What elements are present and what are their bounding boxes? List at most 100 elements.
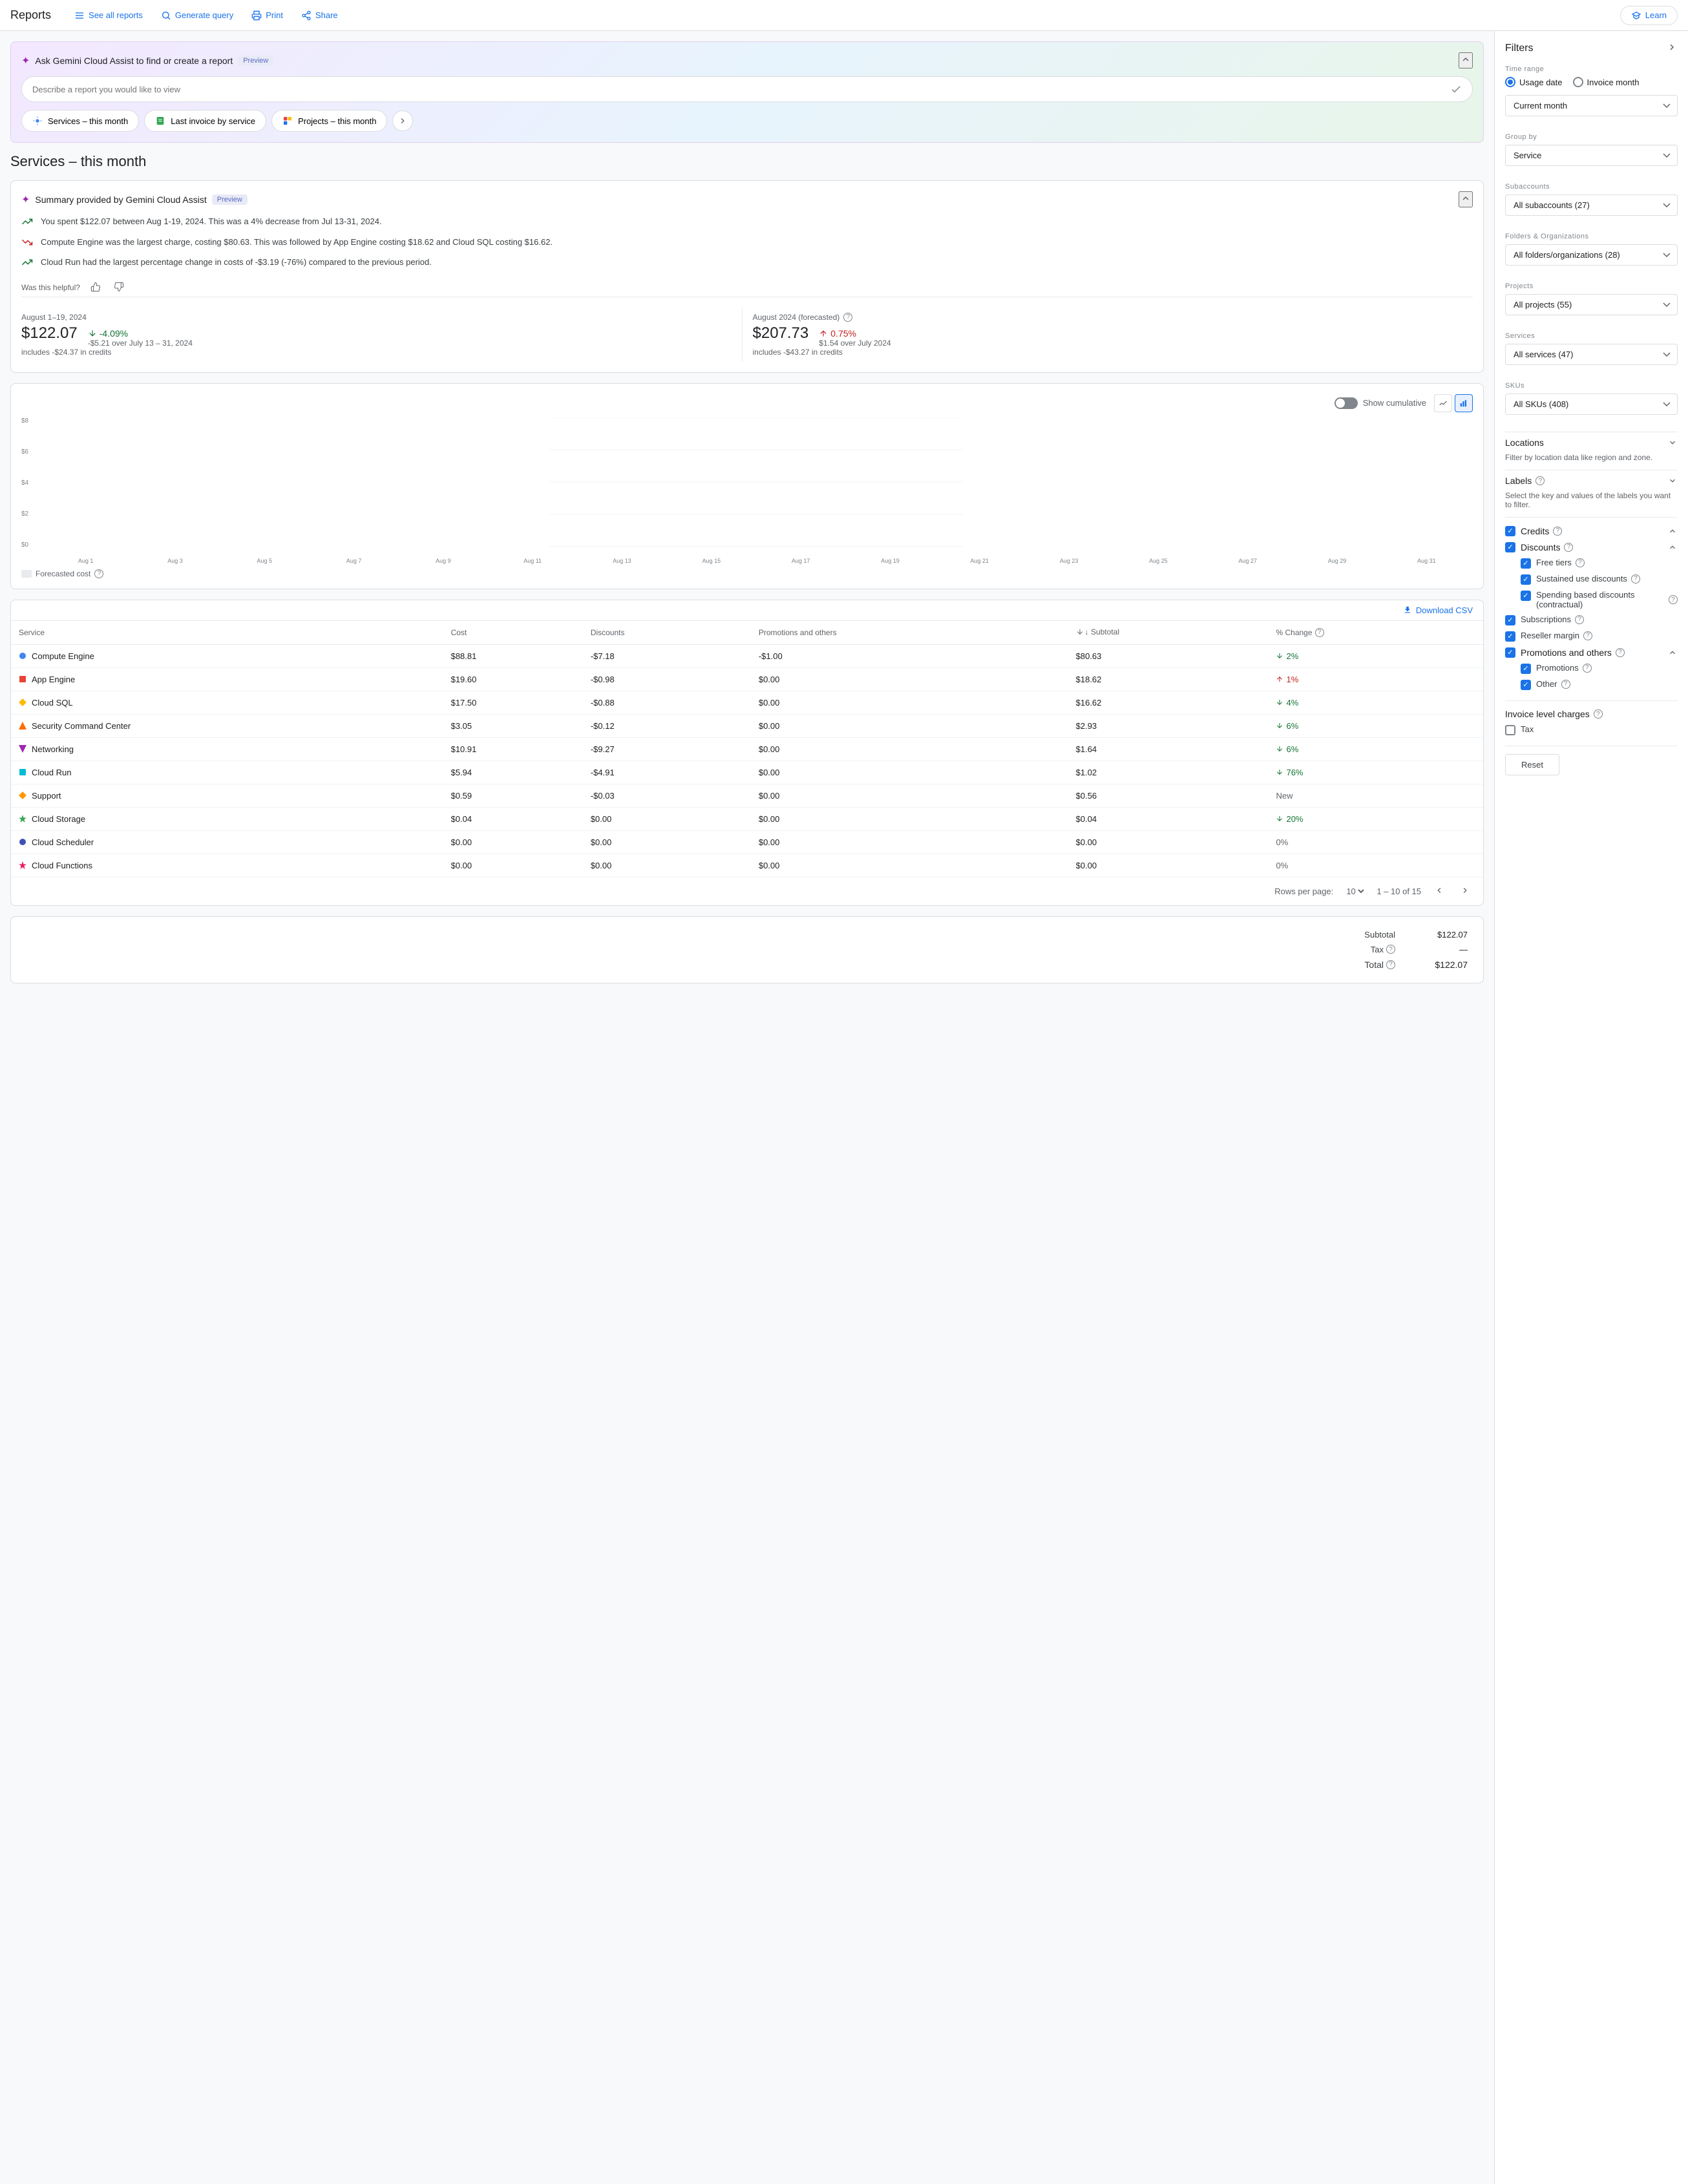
bar-chart-icon — [1459, 399, 1468, 408]
labels-collapsible[interactable]: Labels ? — [1505, 470, 1678, 491]
time-range-section: Time range Usage date Invoice month Curr… — [1505, 65, 1678, 123]
y-label-0: $0 — [21, 541, 38, 549]
bar-chart-button[interactable] — [1455, 394, 1473, 412]
group-by-select[interactable]: Service — [1505, 145, 1678, 166]
summary-collapse-button[interactable] — [1459, 191, 1473, 207]
quick-report-last-invoice[interactable]: Last invoice by service — [144, 110, 266, 132]
services-select[interactable]: All services (47) — [1505, 344, 1678, 365]
generate-query-button[interactable]: Generate query — [153, 6, 241, 25]
download-csv-button[interactable]: Download CSV — [1403, 605, 1473, 615]
skus-select[interactable]: All SKUs (408) — [1505, 394, 1678, 415]
quick-reports-next[interactable] — [392, 110, 413, 131]
stat-current-period: August 1–19, 2024 — [21, 313, 732, 322]
credits-checkbox[interactable] — [1505, 526, 1515, 536]
subscriptions-checkbox[interactable] — [1505, 615, 1515, 625]
table-row: Cloud Storage $0.04 $0.00 $0.00 $0.04 20… — [11, 807, 1483, 830]
cost-cell: $5.94 — [443, 761, 583, 784]
quick-report-services[interactable]: Services – this month — [21, 110, 139, 132]
locations-collapsible[interactable]: Locations — [1505, 432, 1678, 453]
folders-select[interactable]: All folders/organizations (28) — [1505, 244, 1678, 266]
service-cell: Cloud Functions — [11, 854, 443, 877]
learn-button[interactable]: Learn — [1620, 6, 1678, 25]
chevron-left-icon — [1434, 885, 1444, 896]
total-help-icon[interactable]: ? — [1386, 960, 1395, 969]
forecast-help-icon[interactable]: ? — [843, 313, 852, 322]
down-arrow-icon — [88, 329, 97, 338]
quick-report-projects[interactable]: Projects – this month — [271, 110, 387, 132]
credits-header[interactable]: Credits ? — [1505, 525, 1678, 536]
discounts-help-icon[interactable]: ? — [1564, 543, 1573, 552]
table-row: Cloud Scheduler $0.00 $0.00 $0.00 $0.00 … — [11, 830, 1483, 854]
see-all-reports-button[interactable]: See all reports — [67, 6, 151, 25]
sustained-use-help-icon[interactable]: ? — [1631, 574, 1640, 583]
stat-current-amount: $122.07 — [21, 324, 78, 342]
credits-help-icon[interactable]: ? — [1553, 527, 1562, 536]
projects-section: Projects All projects (55) — [1505, 282, 1678, 322]
current-month-select[interactable]: Current month — [1505, 95, 1678, 116]
discounts-header[interactable]: Discounts ? — [1505, 541, 1678, 552]
y-label-8: $8 — [21, 417, 38, 425]
cumulative-toggle[interactable]: Show cumulative — [1335, 397, 1426, 409]
subaccounts-select[interactable]: All subaccounts (27) — [1505, 194, 1678, 216]
x-axis-label: Aug 31 — [1383, 558, 1470, 564]
group-by-section: Group by Service — [1505, 133, 1678, 173]
subscriptions-help-icon[interactable]: ? — [1575, 615, 1584, 624]
gemini-input[interactable] — [32, 85, 1450, 94]
promotions-cell: $0.00 — [751, 854, 1068, 877]
bar-group — [1293, 417, 1380, 549]
change-help-icon[interactable]: ? — [1315, 628, 1324, 637]
x-axis-label: Aug 17 — [757, 558, 845, 564]
projects-label: Projects — [1505, 282, 1678, 290]
other-help-icon[interactable]: ? — [1561, 680, 1570, 689]
services-table: Service Cost Discounts Promotions and ot… — [11, 621, 1483, 877]
forecasted-help-icon[interactable]: ? — [94, 569, 103, 578]
free-tiers-help-icon[interactable]: ? — [1576, 558, 1585, 567]
rows-per-page-select[interactable]: 10 25 50 — [1344, 886, 1366, 897]
services-label: Services — [1505, 332, 1678, 340]
spending-based-help-icon[interactable]: ? — [1669, 595, 1678, 604]
cost-cell: $0.59 — [443, 784, 583, 807]
next-page-button[interactable] — [1457, 883, 1473, 900]
filters-collapse-button[interactable] — [1666, 41, 1678, 55]
service-cell: Security Command Center — [11, 714, 443, 737]
free-tiers-checkbox[interactable] — [1521, 558, 1531, 569]
usage-date-radio[interactable]: Usage date — [1505, 77, 1563, 87]
tax-help-icon[interactable]: ? — [1386, 945, 1395, 954]
share-button[interactable]: Share — [293, 6, 346, 25]
sidebar-collapse-icon — [1666, 41, 1678, 53]
sustained-use-checkbox[interactable] — [1521, 574, 1531, 585]
print-button[interactable]: Print — [244, 6, 291, 25]
invoice-help-icon[interactable]: ? — [1594, 709, 1603, 719]
reseller-margin-checkbox[interactable] — [1505, 631, 1515, 642]
change-value: 20% — [1276, 814, 1475, 824]
thumbs-down-button[interactable] — [111, 279, 127, 297]
thumbs-up-button[interactable] — [88, 279, 103, 297]
gemini-collapse-button[interactable] — [1459, 52, 1473, 68]
reseller-margin-help-icon[interactable]: ? — [1583, 631, 1592, 640]
reset-button[interactable]: Reset — [1505, 754, 1559, 775]
promotions-sub-help-icon[interactable]: ? — [1583, 664, 1592, 673]
line-chart-button[interactable] — [1434, 394, 1452, 412]
promotions-header[interactable]: Promotions and others ? — [1505, 647, 1678, 658]
cost-cell: $88.81 — [443, 644, 583, 667]
cost-cell: $10.91 — [443, 737, 583, 761]
other-checkbox[interactable] — [1521, 680, 1531, 690]
discounts-cell: $0.00 — [583, 854, 751, 877]
group-by-label: Group by — [1505, 133, 1678, 141]
chart-type-buttons — [1434, 394, 1473, 412]
prev-page-button[interactable] — [1431, 883, 1447, 900]
labels-help-icon[interactable]: ? — [1535, 476, 1545, 485]
x-axis-label: Aug 5 — [221, 558, 308, 564]
promotions-sub-checkbox[interactable] — [1521, 664, 1531, 674]
tax-checkbox[interactable] — [1505, 725, 1515, 735]
y-axis-labels: $8 $6 $4 $2 $0 — [21, 417, 38, 549]
projects-select[interactable]: All projects (55) — [1505, 294, 1678, 315]
invoice-month-radio[interactable]: Invoice month — [1573, 77, 1640, 87]
promotions-checkbox[interactable] — [1505, 647, 1515, 658]
spending-based-checkbox[interactable] — [1521, 591, 1531, 601]
promotions-help-icon[interactable]: ? — [1616, 648, 1625, 657]
app-header: Reports See all reports Generate query P… — [0, 0, 1688, 31]
summary-card: ✦ Summary provided by Gemini Cloud Assis… — [10, 180, 1484, 373]
discounts-checkbox[interactable] — [1505, 542, 1515, 552]
promotions-cell: $0.00 — [751, 667, 1068, 691]
